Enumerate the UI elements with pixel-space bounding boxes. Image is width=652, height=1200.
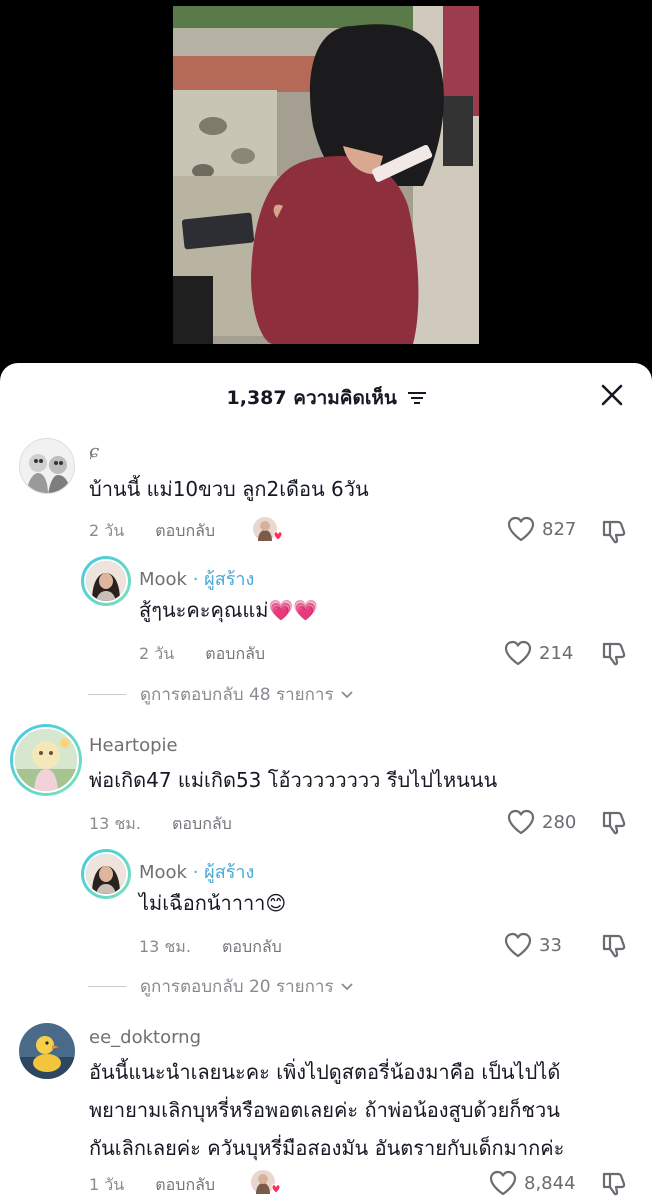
video-area[interactable] bbox=[0, 0, 652, 370]
divider-line bbox=[88, 694, 126, 695]
like-count: 214 bbox=[539, 642, 574, 664]
comment-time: 13 ชม. bbox=[89, 814, 141, 833]
reply-author[interactable]: Mook bbox=[139, 569, 187, 590]
like-count: 280 bbox=[542, 811, 577, 833]
reply-avatar[interactable] bbox=[81, 556, 131, 606]
sheet-header: 1,387 ความคิดเห็น bbox=[0, 363, 652, 427]
avatar[interactable] bbox=[19, 438, 75, 494]
comment-text: บ้านนี้ แม่10ขวบ ลูก2เดือน 6วัน bbox=[89, 477, 369, 501]
reply-author[interactable]: Mook bbox=[139, 862, 187, 883]
comment-time: 2 วัน bbox=[89, 521, 125, 540]
chevron-down-icon bbox=[340, 982, 353, 990]
creator-label: · ผู้สร้าง bbox=[192, 569, 255, 590]
like-count: 827 bbox=[542, 518, 577, 540]
like-button[interactable]: 33 bbox=[503, 931, 562, 959]
reply-meta: 13 ชม. ตอบกลับ bbox=[139, 935, 282, 960]
creator-liked-badge bbox=[252, 516, 283, 542]
view-replies-button[interactable]: ดูการตอบกลับ 48 รายการ bbox=[88, 681, 354, 708]
dislike-icon bbox=[602, 520, 626, 544]
reply-button[interactable]: ตอบกลับ bbox=[155, 1175, 215, 1194]
heart-icon bbox=[507, 516, 535, 542]
comments-title: 1,387 ความคิดเห็น bbox=[0, 383, 652, 413]
like-count: 33 bbox=[539, 934, 562, 956]
reply-time: 13 ชม. bbox=[139, 937, 191, 956]
dislike-icon bbox=[602, 811, 626, 835]
creator-label: · ผู้สร้าง bbox=[192, 862, 255, 883]
dislike-icon bbox=[602, 934, 626, 958]
reply-button[interactable]: ตอบกลับ bbox=[222, 937, 282, 956]
comment-time: 1 วัน bbox=[89, 1175, 125, 1194]
like-count: 8,844 bbox=[524, 1172, 576, 1194]
dislike-button[interactable] bbox=[600, 1169, 628, 1200]
reply-username[interactable]: Mook · ผู้สร้าง bbox=[139, 857, 254, 886]
reply-username[interactable]: Mook · ผู้สร้าง bbox=[139, 564, 254, 593]
reply-text: สู้ๆนะคะคุณแม่💗💗 bbox=[139, 598, 319, 622]
filter-icon[interactable] bbox=[407, 388, 426, 410]
creator-liked-badge bbox=[250, 1169, 281, 1195]
view-replies-label[interactable]: ดูการตอบกลับ 20 รายการ bbox=[140, 973, 334, 1000]
view-replies-label[interactable]: ดูการตอบกลับ 48 รายการ bbox=[140, 681, 334, 708]
close-button[interactable] bbox=[598, 381, 626, 409]
chevron-down-icon bbox=[340, 690, 353, 698]
reply-time: 2 วัน bbox=[139, 644, 175, 663]
dislike-button[interactable] bbox=[600, 931, 628, 963]
reply-meta: 2 วัน ตอบกลับ bbox=[139, 642, 265, 667]
comment-text-line: กันเลิกเลยค่ะ ควันบุหรี่มือสองมัน อันตรา… bbox=[89, 1136, 565, 1160]
dislike-icon bbox=[602, 1172, 626, 1196]
comment-username[interactable]: Heartopie bbox=[89, 735, 178, 756]
dislike-button[interactable] bbox=[600, 808, 628, 840]
divider-line bbox=[88, 986, 126, 987]
comments-sheet: 1,387 ความคิดเห็น ɕ บ้านนี้ แม่10ขวบ ลูก… bbox=[0, 363, 652, 1200]
comment-meta: 1 วัน ตอบกลับ bbox=[89, 1173, 215, 1198]
reply-text: ไม่เฉือกน้าาาา😊 bbox=[139, 891, 287, 915]
comment-count: 1,387 bbox=[226, 387, 287, 409]
view-replies-button[interactable]: ดูการตอบกลับ 20 รายการ bbox=[88, 973, 354, 1000]
comments-word: ความคิดเห็น bbox=[293, 387, 397, 409]
dislike-icon bbox=[602, 642, 626, 666]
comment-meta: 13 ชม. ตอบกลับ bbox=[89, 812, 232, 837]
heart-icon bbox=[489, 1170, 517, 1196]
like-button[interactable]: 214 bbox=[503, 639, 573, 667]
dislike-button[interactable] bbox=[600, 639, 628, 671]
comment-meta: 2 วัน ตอบกลับ bbox=[89, 519, 215, 544]
reply-avatar[interactable] bbox=[81, 849, 131, 899]
heart-icon bbox=[504, 932, 532, 958]
dislike-button[interactable] bbox=[600, 517, 628, 549]
comment-username[interactable]: ee_doktorng bbox=[89, 1027, 201, 1048]
like-button[interactable]: 827 bbox=[506, 515, 576, 543]
like-button[interactable]: 280 bbox=[506, 808, 576, 836]
reply-button[interactable]: ตอบกลับ bbox=[155, 521, 215, 540]
avatar[interactable] bbox=[19, 1023, 75, 1079]
like-button[interactable]: 8,844 bbox=[488, 1169, 576, 1197]
close-icon bbox=[601, 384, 623, 406]
heart-icon bbox=[504, 640, 532, 666]
comment-text-line: พยายามเลิกบุหรี่หรือพอตเลยค่ะ ถ้าพ่อน้อง… bbox=[89, 1098, 560, 1122]
video-thumbnail[interactable] bbox=[173, 6, 479, 344]
heart-icon bbox=[507, 809, 535, 835]
reply-button[interactable]: ตอบกลับ bbox=[205, 644, 265, 663]
comment-username[interactable]: ɕ bbox=[89, 441, 99, 462]
comment-text-line: อันนี้แนะนำเลยนะคะ เพิ่งไปดูสตอรี่น้องมา… bbox=[89, 1060, 561, 1084]
comment-text: พ่อเกิด47 แม่เกิด53 โอ้วววววววว รีบไปไหน… bbox=[89, 768, 498, 792]
avatar[interactable] bbox=[10, 724, 82, 796]
reply-button[interactable]: ตอบกลับ bbox=[172, 814, 232, 833]
